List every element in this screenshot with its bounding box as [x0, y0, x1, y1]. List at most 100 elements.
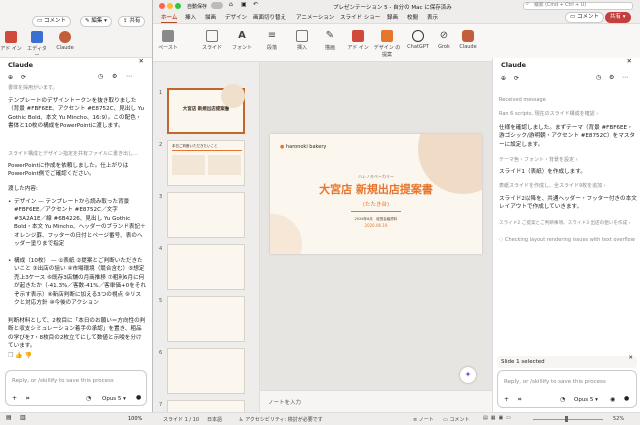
- font-button[interactable]: A フォント: [231, 30, 253, 51]
- tab-record[interactable]: 録画: [387, 13, 398, 21]
- close-window-button[interactable]: [159, 3, 165, 9]
- slide-canvas: ● haronoki bakery ハレノキベーカリー 大宮店 新規出店提案書 …: [260, 62, 492, 412]
- more-icon[interactable]: ⋯: [126, 74, 132, 80]
- send-icon[interactable]: ●: [624, 396, 629, 402]
- language[interactable]: 日本語: [207, 416, 222, 423]
- status-bar: スライド 1 / 10 日本語 ♿ アクセシビリティ: 検討が必要です ≡ ノー…: [153, 412, 640, 425]
- zoom-button[interactable]: [175, 3, 181, 9]
- close-icon[interactable]: ✕: [139, 58, 144, 65]
- chatgpt-button[interactable]: ChatGPT: [405, 30, 431, 50]
- slide-1[interactable]: ● haronoki bakery ハレノキベーカリー 大宮店 新規出店提案書 …: [270, 134, 482, 254]
- stop-icon[interactable]: ◉: [610, 397, 615, 403]
- thumbs-up-icon[interactable]: 👍: [15, 353, 22, 359]
- close-icon[interactable]: ✕: [627, 58, 632, 65]
- editor-button[interactable]: エディター: [26, 31, 48, 59]
- claude-main-button[interactable]: Claude: [457, 30, 479, 50]
- refresh-icon[interactable]: ⟳: [514, 76, 519, 82]
- model-select[interactable]: Opus 5 ▾: [102, 396, 126, 402]
- thumbnail-6[interactable]: [167, 348, 245, 394]
- thumbnail-4[interactable]: [167, 244, 245, 290]
- share-icon: ⇪: [123, 18, 128, 24]
- history-icon[interactable]: ◷: [98, 74, 103, 80]
- copilot-icon[interactable]: ✦: [460, 367, 476, 383]
- save-icon[interactable]: ▣: [241, 2, 247, 8]
- tab-animations[interactable]: アニメーション: [296, 13, 334, 21]
- zoom-thumb[interactable]: [565, 416, 568, 422]
- edit-button[interactable]: ✎ 編集 ▾: [80, 16, 112, 27]
- cover-link[interactable]: 表紙スライドを作成し、全スライド9枚を追加 ›: [499, 182, 637, 190]
- settings-icon[interactable]: ⚙: [112, 74, 117, 80]
- comment-button-main[interactable]: ▭ コメント: [565, 12, 604, 23]
- plus-icon[interactable]: +: [12, 396, 17, 402]
- slide2-link[interactable]: スライド2 ご提案とご判断事項、スライド3 出店の狙いを作成 ›: [499, 220, 639, 228]
- draw-button[interactable]: ✎ 描画: [319, 30, 341, 51]
- paste-button[interactable]: ペースト: [157, 30, 179, 51]
- view-buttons[interactable]: ▤▦▣▭: [483, 415, 514, 421]
- thumbnail-7[interactable]: [167, 400, 245, 412]
- zoom-slider[interactable]: [533, 419, 603, 420]
- autosave-toggle[interactable]: [211, 2, 223, 9]
- left-panel-tools: ⊕ ⟳ ◷ ⚙ ⋯: [8, 74, 132, 81]
- thumbs-down-icon[interactable]: 👎: [25, 353, 32, 359]
- thumbnail-3[interactable]: [167, 192, 245, 238]
- notes-toggle[interactable]: ≡ ノート: [413, 416, 434, 423]
- tab-slideshow[interactable]: スライド ショー: [340, 13, 380, 21]
- send-icon[interactable]: ●: [136, 395, 141, 401]
- thumbnail-2[interactable]: 本日ご判断いただきたいこと: [167, 140, 245, 186]
- share-button[interactable]: ⇪ 共有: [118, 16, 146, 27]
- tab-insert[interactable]: 挿入: [185, 13, 196, 21]
- tab-draw[interactable]: 描画: [205, 13, 216, 21]
- right-message-p1: 仕様を確認しました。まずテーマ（背景 #FBF6EE・游ゴシック/游明朝・アクセ…: [499, 125, 636, 148]
- ran-scripts-link[interactable]: Ran 6 scripts, 現在のスライド構成を確認 ›: [499, 110, 637, 118]
- more-icon[interactable]: ⋯: [622, 75, 628, 81]
- view-normal-icon[interactable]: ▤: [6, 415, 12, 421]
- message-p2: PowerPointに作成を依頼しました。仕上がりはPowerPoint側でご確…: [8, 163, 129, 178]
- settings-icon[interactable]: ⚙: [609, 75, 614, 81]
- tab-review[interactable]: 校閲: [407, 13, 418, 21]
- model-select[interactable]: Opus 5 ▾: [574, 397, 598, 403]
- home-icon[interactable]: ⌂: [229, 2, 233, 8]
- claude-icon: [59, 31, 71, 43]
- comment-button[interactable]: ▭ コメント: [32, 16, 71, 27]
- addins-button[interactable]: アド イン: [0, 31, 22, 52]
- left-chat-input[interactable]: Reply, or /skillify to save this process…: [5, 370, 147, 406]
- plus-icon[interactable]: +: [504, 397, 509, 403]
- notes-pane[interactable]: ノートを入力: [260, 390, 492, 412]
- grok-button[interactable]: ⊘ Grok: [433, 30, 455, 50]
- spinner-icon: ◌: [499, 237, 504, 243]
- new-chat-icon[interactable]: ⊕: [501, 76, 506, 82]
- tab-transitions[interactable]: 画面切り替え: [253, 13, 286, 21]
- thumbnail-5[interactable]: [167, 296, 245, 342]
- left-claude-header: Claude ✕: [8, 57, 144, 69]
- theme-link[interactable]: テーマ色・フォント・背景を設定 ›: [499, 156, 637, 164]
- clock-icon[interactable]: ◔: [560, 397, 565, 403]
- script-link[interactable]: スライド構成とデザイン指定を共有ファイルに書き出し...: [8, 150, 146, 158]
- designer-button[interactable]: デザイン の提案: [373, 30, 401, 58]
- copy-icon[interactable]: ❐: [8, 353, 13, 359]
- clock-icon[interactable]: ◔: [86, 396, 91, 402]
- refresh-icon[interactable]: ⟳: [21, 75, 26, 81]
- tools-icon[interactable]: ⌗: [26, 396, 29, 402]
- slide-button[interactable]: スライド: [201, 30, 223, 51]
- search-input[interactable]: ⌕ 検索 (Cmd + Ctrl + U): [523, 2, 633, 10]
- new-chat-icon[interactable]: ⊕: [8, 75, 13, 81]
- tab-view[interactable]: 表示: [427, 13, 438, 21]
- claude-ribbon-button[interactable]: Claude: [54, 31, 76, 51]
- minimize-button[interactable]: [167, 3, 173, 9]
- history-icon[interactable]: ◷: [596, 75, 601, 81]
- comments-toggle[interactable]: ▭ コメント: [443, 416, 469, 423]
- view-outline-icon[interactable]: ▥: [20, 415, 26, 421]
- insert-button[interactable]: 挿入: [291, 30, 313, 51]
- tab-design[interactable]: デザイン: [225, 13, 247, 21]
- tab-home[interactable]: ホーム: [161, 13, 178, 23]
- dismiss-icon[interactable]: ✕: [628, 355, 633, 362]
- slide-subtitle: (たたき台): [362, 202, 390, 208]
- tools-icon[interactable]: ⌗: [518, 397, 521, 403]
- addins-main-button[interactable]: アド イン: [347, 30, 369, 51]
- right-chat-input[interactable]: Reply, or /skillify to save this process…: [497, 370, 637, 408]
- share-button-main[interactable]: 共有 ▾: [605, 12, 631, 23]
- accessibility-status[interactable]: ♿ アクセシビリティ: 検討が必要です: [239, 416, 323, 423]
- paragraph-button[interactable]: ≡ 段落: [261, 30, 283, 51]
- thumbnail-1[interactable]: 大宮店 新規出店提案書: [167, 84, 245, 134]
- undo-icon[interactable]: ↶: [253, 2, 258, 8]
